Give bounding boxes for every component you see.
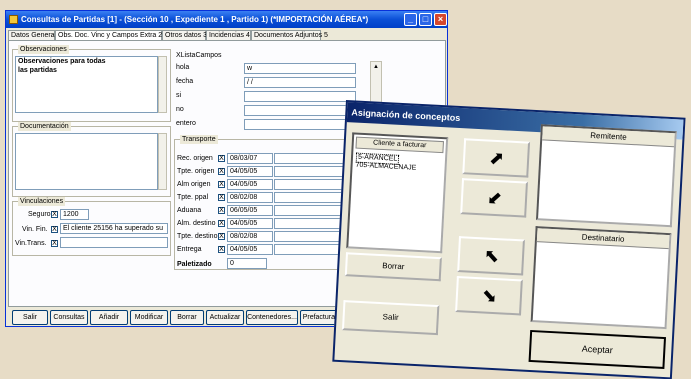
contenedores-button[interactable]: Contenedores... <box>246 310 298 325</box>
xlista-row-value[interactable] <box>244 105 356 116</box>
dialog-borrar-button[interactable]: Borrar <box>344 252 442 282</box>
transporte-row-checkbox[interactable]: X <box>218 207 225 214</box>
vin-trans-checkbox[interactable]: X <box>51 240 58 247</box>
transporte-row-label: Tpte. destino <box>177 233 218 240</box>
vinculaciones-label: Vinculaciones <box>18 197 66 206</box>
modificar-button[interactable]: Modificar <box>130 310 168 325</box>
seguro-checkbox[interactable]: X <box>51 211 58 218</box>
transporte-row-checkbox[interactable]: X <box>218 155 225 162</box>
vin-fin-label: Vin. Fin. <box>22 226 48 233</box>
vin-fin-checkbox[interactable]: X <box>51 226 58 233</box>
transporte-row-label: Tpte. ppal <box>177 194 209 201</box>
transporte-row-date[interactable]: 04/05/05 <box>227 218 273 229</box>
xlista-row-label: entero <box>176 120 196 127</box>
xlista-row-label: hola <box>176 64 190 71</box>
seguro-label: Seguro <box>28 211 51 218</box>
observaciones-label: Observaciones <box>18 45 69 54</box>
xlista-row-label: no <box>176 106 184 113</box>
xlista-row-label: fecha <box>176 78 194 85</box>
transporte-row-extra[interactable] <box>274 166 352 177</box>
observaciones-textarea[interactable]: Observaciones para todas las partidas <box>15 56 158 113</box>
observaciones-text: Observaciones para todas las partidas <box>18 58 106 74</box>
xlista-row-value[interactable] <box>244 91 356 102</box>
transporte-row-extra[interactable] <box>274 153 352 164</box>
remitente-header: Remitente <box>542 126 675 148</box>
transporte-row-date[interactable]: 04/05/05 <box>227 179 273 190</box>
aceptar-label: Aceptar <box>581 343 614 356</box>
anadir-button[interactable]: Añadir <box>90 310 128 325</box>
dialog-salir-label: Salir <box>382 312 399 323</box>
dialog-borrar-label: Borrar <box>382 261 405 272</box>
cliente-item[interactable]: 705-ALMACENAJE <box>355 162 416 173</box>
transporte-row-label: Aduana <box>177 207 202 214</box>
destinatario-list[interactable]: Destinatario <box>530 226 672 330</box>
transporte-row-checkbox[interactable]: X <box>218 246 225 253</box>
close-icon[interactable]: × <box>434 13 447 26</box>
unassign-remitente-button[interactable]: ⬋ <box>460 178 528 218</box>
dialog-title: Asignación de conceptos <box>351 107 461 123</box>
cliente-list[interactable]: Cliente a facturar 5-ARANCEL 705-ALMACEN… <box>346 132 449 254</box>
transporte-row-label: Entrega <box>177 246 202 253</box>
tab-incidencias[interactable]: Incidencias 4 <box>206 30 251 40</box>
transporte-row-date[interactable]: 04/05/05 <box>227 166 273 177</box>
observaciones-scrollbar[interactable] <box>158 56 167 113</box>
transporte-row-checkbox[interactable]: X <box>218 220 225 227</box>
transporte-row-date[interactable]: 04/05/05 <box>227 244 273 255</box>
assign-remitente-button[interactable]: ⬈ <box>462 138 531 178</box>
borrar-button[interactable]: Borrar <box>170 310 204 325</box>
main-title: Consultas de Partidas [1] - (Sección 10 … <box>21 15 369 24</box>
main-title-bar: Consultas de Partidas [1] - (Sección 10 … <box>6 11 447 28</box>
tab-otros-datos[interactable]: Otros datos 3 <box>162 30 207 40</box>
paletizado-field[interactable]: 0 <box>227 258 267 269</box>
seguro-field[interactable]: 1200 <box>60 209 89 220</box>
transporte-row-checkbox[interactable]: X <box>218 233 225 240</box>
minimize-icon[interactable]: _ <box>404 13 417 26</box>
app-icon <box>9 15 18 24</box>
transporte-row-date[interactable]: 08/02/08 <box>227 231 273 242</box>
asignacion-dialog: Asignación de conceptos Cliente a factur… <box>332 100 686 379</box>
vin-trans-field[interactable] <box>60 237 168 248</box>
arrow-down-left-icon: ⬋ <box>486 187 503 209</box>
transporte-label: Transporte <box>180 135 218 144</box>
transporte-row-label: Alm. destino <box>177 220 216 227</box>
paletizado-label: Paletizado <box>177 261 212 268</box>
transporte-row-date[interactable]: 08/02/08 <box>227 192 273 203</box>
maximize-icon[interactable]: □ <box>419 13 432 26</box>
cliente-header: Cliente a facturar <box>355 136 444 154</box>
transporte-row-label: Alm origen <box>177 181 211 188</box>
xlista-row-label: si <box>176 92 182 99</box>
dialog-salir-button[interactable]: Salir <box>341 300 440 336</box>
xlista-header: XListaCampos <box>176 52 222 59</box>
xlista-row-value[interactable]: w <box>244 63 356 74</box>
arrow-down-right-icon: ⬊ <box>481 285 498 307</box>
aceptar-button[interactable]: Aceptar <box>528 329 667 370</box>
transporte-row-checkbox[interactable]: X <box>218 194 225 201</box>
documentacion-textarea[interactable] <box>15 133 158 190</box>
assign-destinatario-button[interactable]: ⬉ <box>457 236 525 276</box>
destinatario-header: Destinatario <box>536 228 670 250</box>
transporte-row-extra[interactable] <box>274 179 352 190</box>
transporte-row-date[interactable]: 06/05/05 <box>227 205 273 216</box>
tab-datos-generales[interactable]: Datos Generales 1 <box>8 30 69 40</box>
transporte-row-label: Tpte. origen <box>177 168 215 175</box>
documentacion-scrollbar[interactable] <box>158 133 167 190</box>
remitente-list[interactable]: Remitente <box>535 124 677 228</box>
consultas-button[interactable]: Consultas <box>50 310 88 325</box>
documentacion-label: Documentación <box>18 122 71 131</box>
salir-button[interactable]: Salir <box>12 310 48 325</box>
transporte-row-date[interactable]: 08/03/07 <box>227 153 273 164</box>
scroll-up-icon[interactable]: ▲ <box>373 63 379 71</box>
tab-documentos-adjuntos[interactable]: Documentos Adjuntos 5 <box>251 30 328 40</box>
vin-trans-label: Vin.Trans. <box>15 240 47 247</box>
arrow-up-right-icon: ⬈ <box>488 147 505 169</box>
xlista-row-value[interactable]: / / <box>244 77 356 88</box>
vin-fin-field[interactable]: El cliente 25156 ha superado su <box>60 223 168 234</box>
actualizar-button[interactable]: Actualizar <box>206 310 244 325</box>
transporte-row-label: Rec. origen <box>177 155 213 162</box>
transporte-row-checkbox[interactable]: X <box>218 168 225 175</box>
arrow-up-left-icon: ⬉ <box>483 245 500 267</box>
xlista-row-value[interactable] <box>244 119 356 130</box>
unassign-destinatario-button[interactable]: ⬊ <box>455 276 523 316</box>
transporte-row-checkbox[interactable]: X <box>218 181 225 188</box>
